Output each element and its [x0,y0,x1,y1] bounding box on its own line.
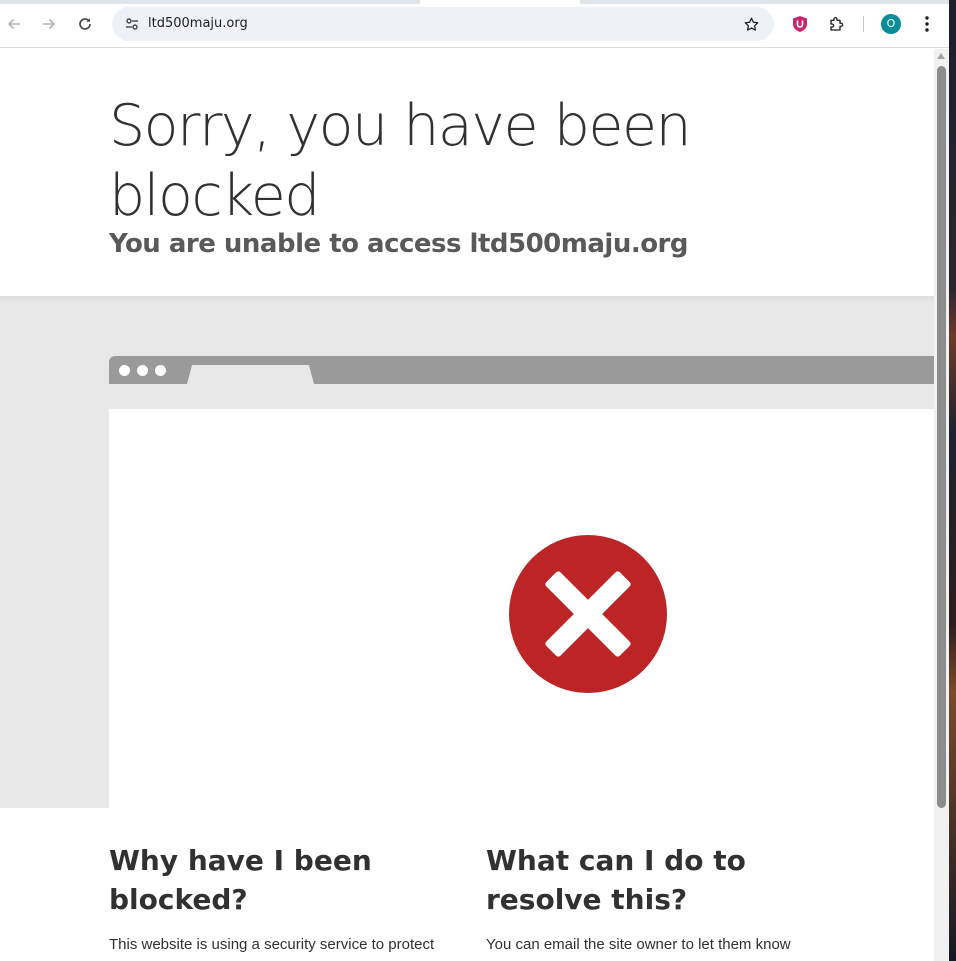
star-icon [744,17,758,31]
ublock-shield-icon [793,16,807,32]
tab-strip-edge [0,0,949,4]
vertical-scrollbar[interactable] [934,49,949,961]
page-subtitle: You are unable to access ltd500maju.org [109,229,689,259]
browser-illustration [109,356,934,808]
url-text[interactable]: ltd500maju.org [148,16,248,31]
back-button[interactable] [2,12,26,36]
error-x-icon [509,535,667,693]
desktop-background-strip [949,0,956,961]
address-bar[interactable]: ltd500maju.org [112,7,774,41]
why-blocked-heading: Why have I been blocked? [109,844,372,916]
reload-button[interactable] [73,12,97,36]
toolbar-separator [863,16,864,32]
illustration-dot [137,365,148,376]
arrow-left-icon [7,18,20,30]
profile-avatar[interactable]: O [881,14,901,34]
ublock-extension-button[interactable] [788,12,812,36]
site-info-button[interactable] [120,12,144,36]
tune-icon [126,18,138,30]
kebab-menu-icon [925,16,929,32]
illustration-dot [155,365,166,376]
illustration-body [109,409,934,808]
why-blocked-text: This website is using a security service… [109,936,435,953]
extensions-button[interactable] [825,12,849,36]
illustration-dot [119,365,130,376]
scrollbar-thumb[interactable] [937,66,946,808]
illustration-tab [187,365,314,384]
illustration-address-bar [109,384,934,409]
illustration-titlebar [109,356,934,384]
reload-icon [79,18,91,30]
arrow-right-icon [43,18,56,30]
resolve-heading: What can I do to resolve this? [486,844,746,916]
page-title: Sorry, you have been blocked [109,93,692,229]
resolve-text: You can email the site owner to let them… [486,936,791,953]
forward-button[interactable] [37,12,61,36]
scroll-up-arrow-icon[interactable] [937,53,945,59]
puzzle-icon [830,17,844,31]
browser-toolbar: ltd500maju.org O [0,0,949,48]
page-content: Sorry, you have been blocked You are una… [0,49,934,961]
browser-menu-button[interactable] [915,12,939,36]
bookmark-button[interactable] [740,13,762,35]
